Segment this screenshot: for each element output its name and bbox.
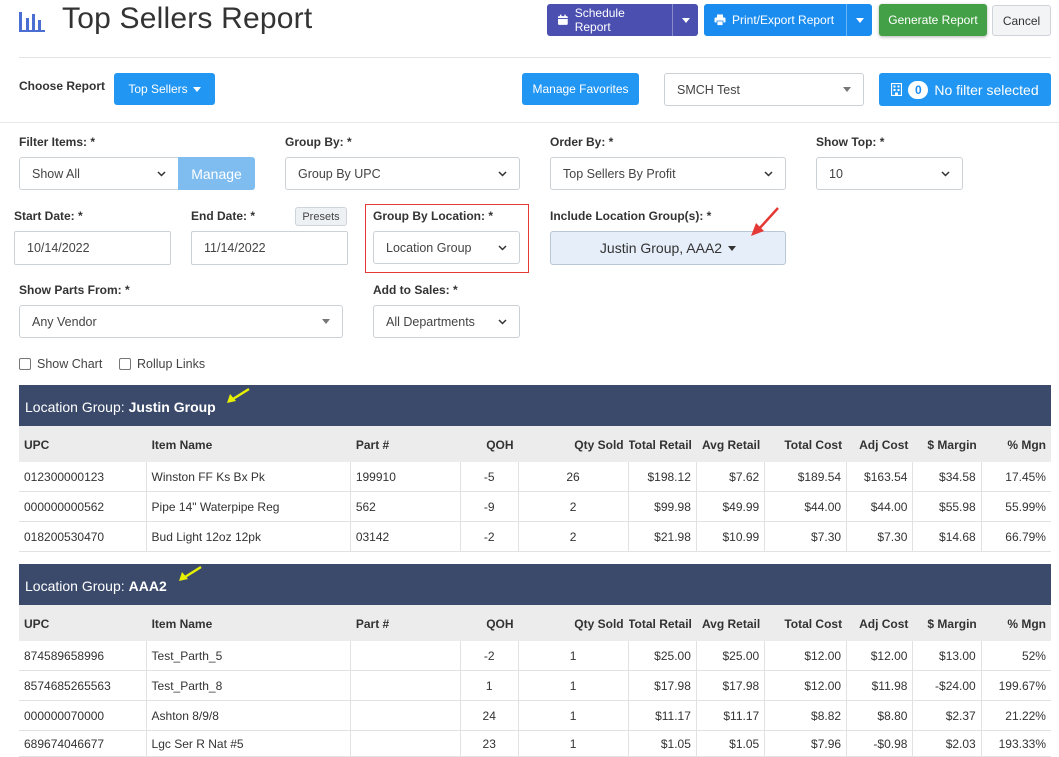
rollup-links-checkbox[interactable] (119, 358, 131, 370)
print-export-dropdown-toggle[interactable] (846, 4, 872, 36)
chevron-down-icon (157, 170, 166, 177)
filter-count-badge: 0 (908, 80, 929, 99)
schedule-report-dropdown-toggle[interactable] (672, 4, 698, 36)
show-parts-from-select[interactable]: Any Vendor (19, 305, 343, 338)
yellow-arrow-icon (227, 387, 250, 403)
end-date-input[interactable]: 11/14/2022 (191, 231, 348, 265)
group-by-select[interactable]: Group By UPC (285, 157, 520, 190)
filter-items-select[interactable]: Show All (19, 157, 179, 190)
manage-favorites-button[interactable]: Manage Favorites (522, 73, 639, 105)
chevron-down-icon (498, 244, 507, 251)
presets-button[interactable]: Presets (295, 207, 347, 226)
schedule-report-button[interactable]: Schedule Report (547, 4, 672, 36)
table-row: 8574685265563 Test_Parth_8 1 1 $17.98 $1… (19, 671, 1051, 701)
yellow-arrow-icon (179, 565, 202, 581)
add-to-sales-label: Add to Sales: * (373, 283, 458, 297)
caret-down-icon (843, 87, 851, 92)
bar-chart-icon (19, 12, 45, 32)
chevron-down-icon (498, 318, 507, 325)
start-date-input[interactable]: 10/14/2022 (14, 231, 171, 265)
chevron-down-icon (728, 245, 737, 251)
chevron-down-icon (855, 17, 864, 23)
show-top-label: Show Top: * (816, 135, 885, 149)
chevron-down-icon (192, 86, 201, 92)
start-date-label: Start Date: * (14, 209, 83, 223)
order-by-label: Order By: * (550, 135, 614, 149)
divider (0, 122, 1059, 123)
order-by-select[interactable]: Top Sellers By Profit (550, 157, 786, 190)
rollup-links-option[interactable]: Rollup Links (119, 357, 205, 371)
cancel-button[interactable]: Cancel (992, 5, 1051, 36)
group-by-location-select[interactable]: Location Group (373, 231, 520, 264)
choose-report-label: Choose Report (19, 79, 106, 93)
group-by-label: Group By: * (285, 135, 352, 149)
table-row: 000000070000 Ashton 8/9/8 24 1 $11.17 $1… (19, 701, 1051, 731)
table-header: UPC Item Name Part # QOH Qty Sold Total … (19, 605, 1051, 643)
generate-report-button[interactable]: Generate Report (879, 4, 987, 36)
calendar-icon (557, 14, 568, 25)
table-row: 689674046677 Lgc Ser R Nat #5 23 1 $1.05… (19, 731, 1051, 757)
chevron-down-icon (941, 170, 950, 177)
building-icon (891, 83, 903, 96)
chevron-down-icon (498, 170, 507, 177)
end-date-label: End Date: * (191, 209, 256, 223)
red-arrow-icon (751, 207, 779, 236)
store-select[interactable]: SMCH Test (664, 73, 864, 106)
show-chart-checkbox[interactable] (19, 358, 31, 370)
print-export-button[interactable]: Print/Export Report (704, 4, 846, 36)
table-header: UPC Item Name Part # QOH Qty Sold Total … (19, 426, 1051, 464)
location-group-header: Location Group: AAA2 (19, 564, 1051, 607)
group-by-location-label: Group By Location: * (373, 209, 493, 223)
schedule-report-split-button[interactable]: Schedule Report (547, 4, 698, 36)
manage-button[interactable]: Manage (178, 157, 255, 190)
include-location-groups-label: Include Location Group(s): * (550, 209, 712, 223)
table-row: 000000000562 Pipe 14" Waterpipe Reg 562 … (19, 492, 1051, 522)
filter-items-label: Filter Items: * (19, 135, 96, 149)
location-group-header: Location Group: Justin Group (19, 385, 1051, 428)
table-row: 018200530470 Bud Light 12oz 12pk 03142 -… (19, 522, 1051, 552)
table-row: 874589658996 Test_Parth_5 -2 1 $25.00 $2… (19, 641, 1051, 671)
divider (19, 57, 1051, 58)
show-parts-from-label: Show Parts From: * (19, 283, 130, 297)
page-title: Top Sellers Report (62, 2, 313, 35)
show-top-select[interactable]: 10 (816, 157, 963, 190)
printer-icon (714, 14, 726, 26)
show-chart-option[interactable]: Show Chart (19, 357, 102, 371)
caret-down-icon (322, 319, 330, 324)
report-type-dropdown[interactable]: Top Sellers (114, 73, 215, 105)
table-row: 012300000123 Winston FF Ks Bx Pk 199910 … (19, 462, 1051, 492)
add-to-sales-select[interactable]: All Departments (373, 305, 520, 338)
chevron-down-icon (681, 17, 690, 23)
location-filter-button[interactable]: 0 No filter selected (879, 73, 1051, 106)
print-export-split-button[interactable]: Print/Export Report (704, 4, 872, 36)
chevron-down-icon (764, 170, 773, 177)
